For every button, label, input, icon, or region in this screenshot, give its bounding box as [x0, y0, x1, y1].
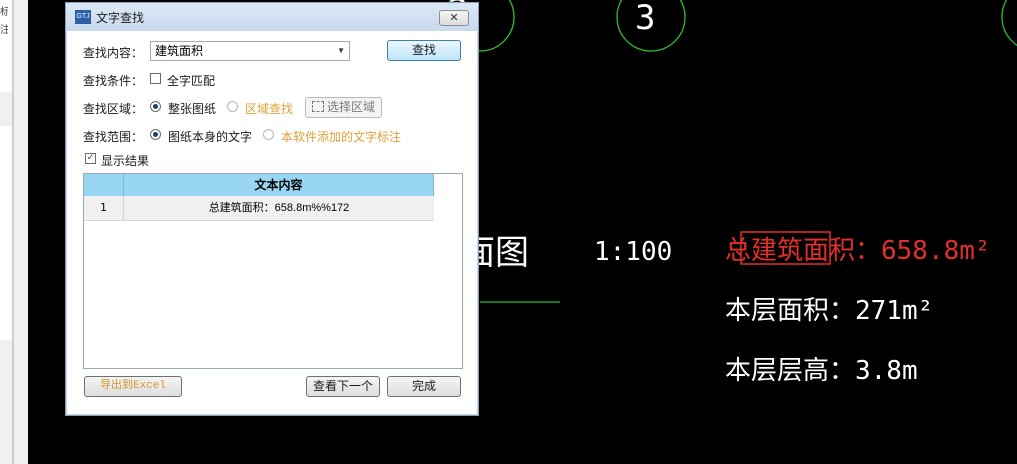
scope-drawing-radio[interactable]	[150, 129, 161, 140]
dialog-titlebar[interactable]: GTJ 文字查找 ✕	[66, 3, 478, 31]
table-row[interactable]: 1 总建筑面积：658.8m%%172	[84, 196, 434, 221]
panel-side-text: 标 注	[0, 7, 8, 36]
region-area-label: 区域查找	[245, 102, 294, 116]
search-content-value: 建筑面积	[155, 44, 204, 58]
region-whole-radio[interactable]	[150, 101, 161, 112]
app-icon: GTJ	[75, 10, 91, 24]
panel-divider	[12, 0, 14, 464]
floor-area-text: 本层面积：271m²	[725, 296, 934, 326]
results-table[interactable]: 文本内容 1 总建筑面积：658.8m%%172	[83, 173, 463, 369]
select-region-icon	[311, 101, 324, 112]
total-area-text: 总建筑面积：658.8m²	[725, 236, 991, 266]
scope-drawing-label: 图纸本身的文字	[168, 130, 253, 144]
show-results-checkbox[interactable]: ✓	[85, 153, 96, 164]
close-icon: ✕	[449, 11, 459, 24]
row-text: 总建筑面积：658.8m%%172	[208, 202, 350, 214]
show-results-label: 显示结果	[101, 154, 150, 168]
axis-bubble-partial	[1001, 0, 1017, 46]
search-scope-label: 查找范围：	[83, 130, 144, 144]
panel-band	[0, 126, 12, 340]
left-panel-strip: 标 注	[0, 0, 28, 464]
dialog-title: 文字查找	[96, 11, 145, 25]
whole-word-label: 全字匹配	[167, 74, 216, 88]
table-header-index	[84, 174, 124, 196]
search-region-label: 查找区域：	[83, 102, 144, 116]
search-content-combobox[interactable]: 建筑面积 ▼	[150, 41, 350, 61]
export-excel-button[interactable]: 导出到Excel	[84, 376, 182, 397]
scope-annotation-label: 本软件添加的文字标注	[281, 130, 402, 144]
row-index: 1	[84, 196, 124, 220]
view-next-button[interactable]: 查看下一个	[306, 376, 380, 397]
region-area-radio[interactable]	[227, 101, 238, 112]
plan-scale: 1:100	[594, 237, 673, 267]
search-button[interactable]: 查找	[387, 40, 461, 61]
chevron-down-icon[interactable]: ▼	[337, 42, 345, 60]
search-condition-label: 查找条件：	[83, 74, 144, 88]
axis-label-3: 3	[635, 0, 656, 38]
whole-word-checkbox[interactable]	[150, 73, 161, 84]
done-button[interactable]: 完成	[387, 376, 461, 397]
region-whole-label: 整张图纸	[168, 102, 217, 116]
select-region-button[interactable]: 选择区域	[305, 97, 382, 118]
text-search-dialog: GTJ 文字查找 ✕ 查找内容： 建筑面积 ▼ 查找 查找条件： 全字匹配 查找…	[65, 2, 479, 416]
scope-annotation-radio[interactable]	[263, 129, 274, 140]
floor-height-text: 本层层高：3.8m	[725, 356, 918, 386]
search-content-label: 查找内容：	[83, 46, 144, 60]
close-button[interactable]: ✕	[439, 10, 469, 26]
table-header-content[interactable]: 文本内容	[124, 174, 434, 196]
